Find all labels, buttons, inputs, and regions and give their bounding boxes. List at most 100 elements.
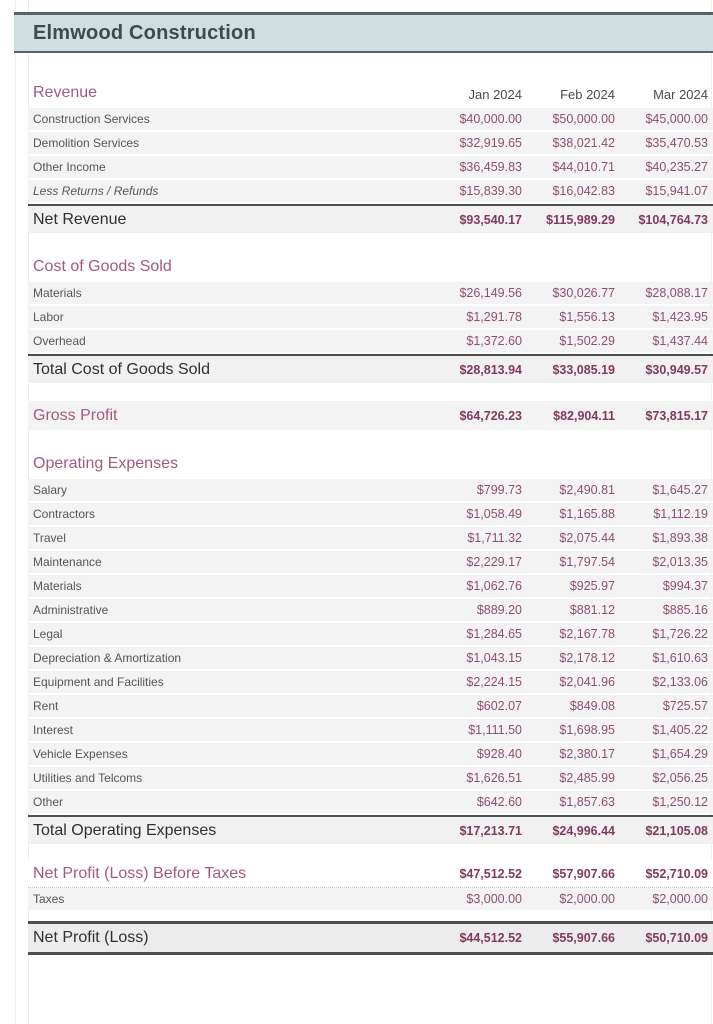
table-row-administrative: Administrative $889.20 $881.12 $885.16 <box>28 599 713 621</box>
cell-jan: $1,062.76 <box>466 579 522 593</box>
row-label: Less Returns / Refunds <box>33 184 159 198</box>
cell-mar: $1,112.19 <box>653 507 708 521</box>
cell-feb: $925.97 <box>569 579 615 593</box>
table-row-taxes: Taxes $3,000.00 $2,000.00 $2,000.00 <box>28 888 713 910</box>
cell-feb: $2,178.12 <box>559 651 615 665</box>
cell-jan: $47,512.52 <box>459 866 522 881</box>
column-header-mar: Mar 2024 <box>653 87 708 102</box>
table-row-less-returns-refunds: Less Returns / Refunds $15,839.30 $16,04… <box>28 180 713 202</box>
section-title-revenue: Revenue <box>33 84 98 101</box>
cell-feb: $50,000.00 <box>552 112 615 126</box>
cell-feb: $33,085.19 <box>552 362 615 377</box>
cell-jan: $1,058.49 <box>466 507 522 521</box>
cell-mar: $45,000.00 <box>645 112 708 126</box>
table-row-materials-opex: Materials $1,062.76 $925.97 $994.37 <box>28 575 713 597</box>
cell-mar: $1,726.22 <box>652 627 708 641</box>
row-label: Gross Profit <box>33 406 118 424</box>
table-row-interest: Interest $1,111.50 $1,698.95 $1,405.22 <box>28 719 713 741</box>
row-label: Materials <box>33 286 82 300</box>
row-label: Equipment and Facilities <box>33 675 164 689</box>
table-row-labor: Labor $1,291.78 $1,556.13 $1,423.95 <box>28 306 713 328</box>
cell-feb: $1,698.95 <box>559 723 615 737</box>
total-row-opex: Total Operating Expenses $17,213.71 $24,… <box>28 815 713 844</box>
cell-jan: $1,372.60 <box>466 334 522 348</box>
cell-jan: $1,111.50 <box>468 723 522 737</box>
cell-jan: $28,813.94 <box>459 362 522 377</box>
cell-mar: $1,610.63 <box>652 651 708 665</box>
cell-jan: $1,711.32 <box>467 531 522 545</box>
cell-feb: $82,904.11 <box>553 408 615 423</box>
cell-jan: $15,839.30 <box>459 184 522 198</box>
section-header-opex: Operating Expenses <box>28 446 713 476</box>
cell-feb: $2,380.17 <box>559 747 615 761</box>
cell-jan: $889.20 <box>476 603 522 617</box>
cell-jan: $32,919.65 <box>459 136 522 150</box>
net-profit-before-taxes-row: Net Profit (Loss) Before Taxes $47,512.5… <box>28 860 713 888</box>
cell-mar: $35,470.53 <box>645 136 708 150</box>
report-title-bar: Elmwood Construction <box>14 12 713 53</box>
cell-mar: $2,056.25 <box>652 771 708 785</box>
cell-mar: $15,941.07 <box>645 184 708 198</box>
cell-feb: $2,490.81 <box>559 483 615 497</box>
cell-feb: $2,041.96 <box>559 675 615 689</box>
cell-mar: $994.37 <box>662 579 708 593</box>
cell-jan: $2,224.15 <box>466 675 522 689</box>
cell-mar: $104,764.73 <box>638 212 708 227</box>
cell-jan: $799.73 <box>476 483 522 497</box>
cell-jan: $93,540.17 <box>459 212 522 227</box>
cell-mar: $1,250.12 <box>652 795 708 809</box>
cell-feb: $55,907.66 <box>552 931 615 945</box>
column-header-feb: Feb 2024 <box>560 87 615 102</box>
cell-feb: $1,857.63 <box>559 795 615 809</box>
row-label: Other <box>33 795 64 809</box>
table-row-other-income: Other Income $36,459.83 $44,010.71 $40,2… <box>28 156 713 178</box>
cell-mar: $1,893.38 <box>652 531 708 545</box>
cell-mar: $1,405.22 <box>652 723 708 737</box>
cell-jan: $17,213.71 <box>459 823 522 838</box>
row-label: Overhead <box>33 334 86 348</box>
table-row-legal: Legal $1,284.65 $2,167.78 $1,726.22 <box>28 623 713 645</box>
row-label: Net Profit (Loss) Before Taxes <box>33 864 247 882</box>
cell-jan: $1,284.65 <box>466 627 522 641</box>
cell-jan: $928.40 <box>476 747 522 761</box>
row-label: Salary <box>33 483 68 497</box>
table-row-materials: Materials $26,149.56 $30,026.77 $28,088.… <box>28 282 713 304</box>
row-label: Other Income <box>33 160 106 174</box>
gross-profit-row: Gross Profit $64,726.23 $82,904.11 $73,8… <box>28 401 713 430</box>
cell-feb: $16,042.83 <box>552 184 615 198</box>
cell-feb: $38,021.42 <box>552 136 615 150</box>
cell-feb: $24,996.44 <box>552 823 615 838</box>
cell-feb: $30,026.77 <box>552 286 615 300</box>
total-row-net-revenue: Net Revenue $93,540.17 $115,989.29 $104,… <box>28 204 713 233</box>
cell-jan: $1,626.51 <box>466 771 522 785</box>
table-row-depreciation-amortization: Depreciation & Amortization $1,043.15 $2… <box>28 647 713 669</box>
cell-mar: $73,815.17 <box>645 408 708 423</box>
cell-jan: $40,000.00 <box>459 112 522 126</box>
cell-mar: $1,654.29 <box>652 747 708 761</box>
row-label: Net Profit (Loss) <box>33 929 149 946</box>
cell-mar: $2,133.06 <box>652 675 708 689</box>
cell-feb: $115,989.29 <box>546 212 615 227</box>
table-row-equipment-facilities: Equipment and Facilities $2,224.15 $2,04… <box>28 671 713 693</box>
table-row-travel: Travel $1,711.32 $2,075.44 $1,893.38 <box>28 527 713 549</box>
row-label: Depreciation & Amortization <box>33 651 182 665</box>
row-label: Rent <box>33 699 59 713</box>
section-header-cogs: Cost of Goods Sold <box>28 249 713 279</box>
cell-mar: $50,710.09 <box>645 931 708 945</box>
cell-mar: $40,235.27 <box>645 160 708 174</box>
cell-mar: $30,949.57 <box>645 362 708 377</box>
table-row-other: Other $642.60 $1,857.63 $1,250.12 <box>28 791 713 813</box>
row-label: Vehicle Expenses <box>33 747 128 761</box>
cell-jan: $26,149.56 <box>459 286 522 300</box>
table-row-overhead: Overhead $1,372.60 $1,502.29 $1,437.44 <box>28 330 713 352</box>
row-label: Net Revenue <box>33 210 127 228</box>
row-label: Administrative <box>33 603 109 617</box>
cell-jan: $36,459.83 <box>459 160 522 174</box>
report-body: Revenue Jan 2024 Feb 2024 Mar 2024 Const… <box>28 53 713 955</box>
row-label: Legal <box>33 627 63 641</box>
row-label: Construction Services <box>33 112 150 126</box>
cell-feb: $2,485.99 <box>559 771 615 785</box>
row-label: Travel <box>33 531 66 545</box>
cell-mar: $2,000.00 <box>652 892 708 906</box>
table-row-construction-services: Construction Services $40,000.00 $50,000… <box>28 108 713 130</box>
